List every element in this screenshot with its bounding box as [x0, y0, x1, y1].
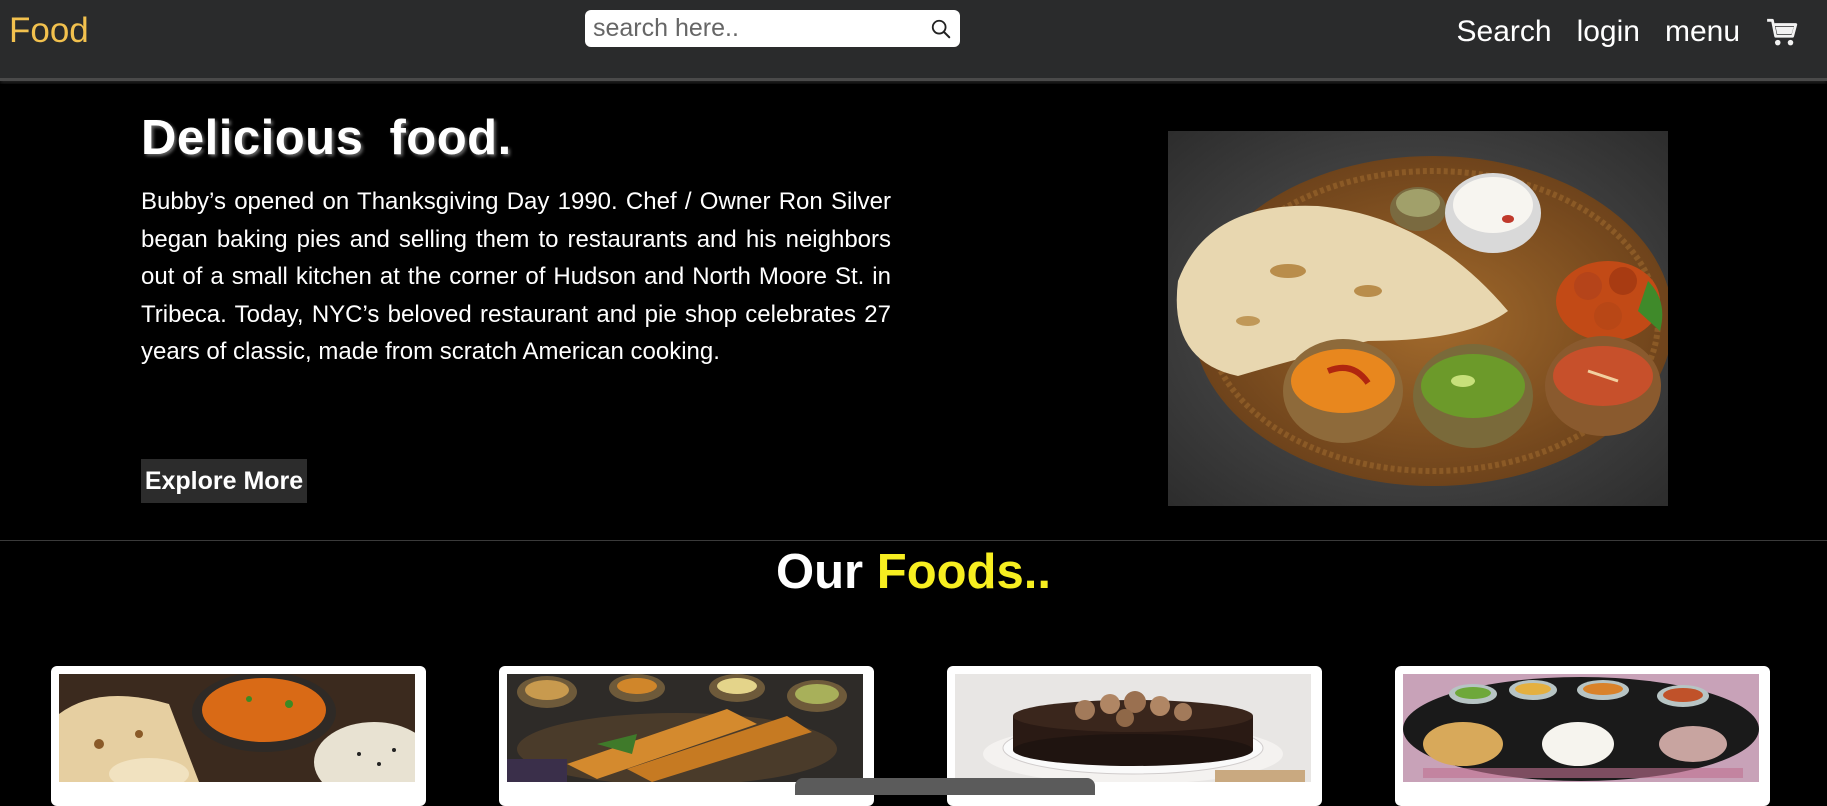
food-card-image — [1403, 674, 1759, 782]
horizontal-scrollbar-thumb[interactable] — [795, 778, 1095, 795]
search-input[interactable] — [593, 12, 913, 45]
top-navbar: Food Search login menu — [0, 0, 1827, 81]
section-title-plain: Our — [776, 545, 863, 599]
explore-more-button[interactable]: Explore More — [141, 459, 307, 503]
section-title: Our Foods.. — [0, 542, 1827, 602]
food-card[interactable] — [51, 666, 426, 806]
nav-link-login[interactable]: login — [1577, 12, 1640, 52]
section-title-accent: Foods.. — [877, 545, 1051, 599]
food-card[interactable] — [1395, 666, 1770, 806]
hero-food-image — [1168, 131, 1668, 506]
search-icon[interactable] — [930, 18, 952, 40]
hero-description: Bubby’s opened on Thanksgiving Day 1990.… — [141, 183, 891, 371]
hero-section: Delicious food. Bubby’s opened on Thanks… — [0, 84, 1827, 541]
nav-links: Search login menu — [1457, 12, 1827, 52]
food-card-image — [955, 674, 1311, 782]
nav-link-menu[interactable]: menu — [1665, 12, 1740, 52]
search-box — [585, 10, 960, 47]
food-card-image — [507, 674, 863, 782]
brand-logo[interactable]: Food — [9, 12, 89, 50]
hero-title: Delicious food. — [141, 109, 512, 167]
food-card-image — [59, 674, 415, 782]
shopping-cart-icon[interactable] — [1765, 15, 1799, 49]
nav-link-search[interactable]: Search — [1457, 12, 1552, 52]
